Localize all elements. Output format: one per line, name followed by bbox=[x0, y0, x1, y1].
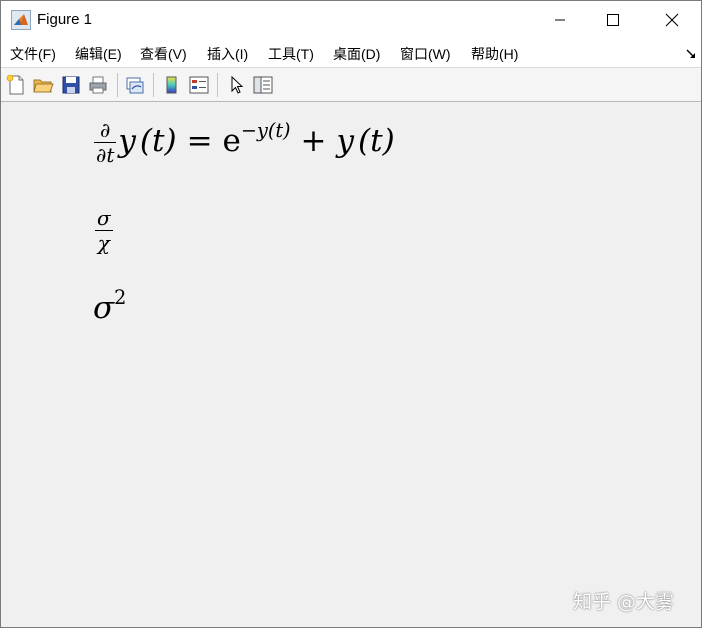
chi-denominator: χ bbox=[95, 230, 113, 255]
figure-canvas[interactable]: ∂ ∂t y (t) = e−y(t) + y (t) σ χ σ2 知乎 @大雾 bbox=[1, 102, 701, 627]
exponent-neg-y: −y(t) bbox=[240, 118, 291, 142]
colorbar-icon[interactable] bbox=[161, 74, 183, 96]
maximize-button[interactable] bbox=[590, 1, 636, 39]
toolbar-separator bbox=[217, 73, 218, 97]
sigma-base: σ bbox=[93, 290, 115, 326]
title-bar: Figure 1 bbox=[1, 1, 701, 39]
menu-tools[interactable]: 工具(T) bbox=[268, 44, 314, 64]
toolbar-separator bbox=[117, 73, 118, 97]
function-y: y bbox=[118, 123, 136, 159]
menu-window[interactable]: 窗口(W) bbox=[400, 44, 451, 64]
print-icon[interactable] bbox=[87, 74, 109, 96]
equation-derivative: ∂ ∂t y (t) = e−y(t) + y (t) bbox=[94, 118, 395, 167]
watermark: 知乎 @大雾 bbox=[573, 591, 675, 613]
dock-arrow-icon[interactable] bbox=[685, 47, 697, 59]
close-button[interactable] bbox=[649, 1, 695, 39]
window-title: Figure 1 bbox=[37, 11, 93, 28]
menu-help[interactable]: 帮助(H) bbox=[471, 44, 518, 64]
close-icon bbox=[665, 13, 679, 27]
menu-file[interactable]: 文件(F) bbox=[10, 44, 56, 64]
toolbar-separator bbox=[153, 73, 154, 97]
pointer-icon[interactable] bbox=[226, 74, 248, 96]
minimize-button[interactable] bbox=[537, 1, 583, 39]
sigma-numerator: σ bbox=[97, 206, 111, 230]
sigma-chi-fraction: σ χ bbox=[95, 206, 113, 255]
sigma-exponent: 2 bbox=[114, 285, 127, 309]
argument-t-2: (t) bbox=[358, 123, 395, 159]
function-y-2: y bbox=[336, 123, 355, 159]
matlab-icon bbox=[11, 10, 31, 30]
open-icon[interactable] bbox=[32, 74, 54, 96]
figure-window: Figure 1 文件(F) 编辑(E) 查看(V) 插入(I) 工具(T) 桌… bbox=[0, 0, 702, 628]
menu-insert[interactable]: 插入(I) bbox=[207, 44, 248, 64]
menu-view[interactable]: 查看(V) bbox=[140, 44, 187, 64]
maximize-icon bbox=[607, 14, 619, 26]
figure-toolbar bbox=[1, 67, 701, 102]
argument-t: (t) bbox=[139, 123, 177, 159]
legend-icon[interactable] bbox=[188, 74, 210, 96]
euler-e: e bbox=[222, 123, 241, 159]
menu-bar: 文件(F) 编辑(E) 查看(V) 插入(I) 工具(T) 桌面(D) 窗口(W… bbox=[1, 39, 701, 67]
equation-sigma-squared: σ2 bbox=[93, 286, 126, 326]
save-icon[interactable] bbox=[60, 74, 82, 96]
fraction-denominator: ∂t bbox=[94, 142, 117, 167]
menu-edit[interactable]: 编辑(E) bbox=[75, 44, 122, 64]
partial-fraction: ∂ ∂t bbox=[94, 118, 117, 167]
minimize-icon bbox=[555, 19, 565, 21]
link-plot-icon[interactable] bbox=[124, 74, 146, 96]
fraction-numerator: ∂ bbox=[100, 118, 111, 142]
menu-desktop[interactable]: 桌面(D) bbox=[333, 44, 380, 64]
new-figure-icon[interactable] bbox=[5, 74, 27, 96]
property-inspector-icon[interactable] bbox=[252, 74, 274, 96]
plus-sign: + bbox=[300, 123, 327, 159]
equation-sigma-over-chi: σ χ bbox=[95, 206, 113, 255]
equals-sign: = bbox=[186, 123, 213, 159]
